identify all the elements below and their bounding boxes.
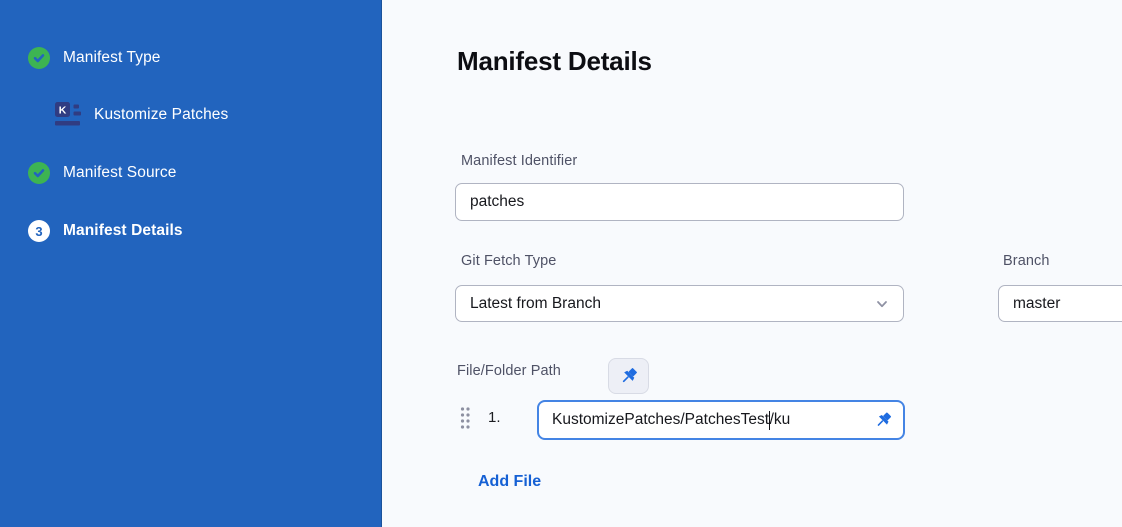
runtime-input-pin-button-inline[interactable] xyxy=(874,411,893,430)
step-label: Manifest Source xyxy=(63,164,177,182)
file-path-input[interactable]: KustomizePatches/PatchesTest/ku xyxy=(537,400,905,440)
file-path-value-after-caret: /ku xyxy=(770,411,791,429)
branch-label: Branch xyxy=(1003,253,1050,269)
git-fetch-type-value: Latest from Branch xyxy=(470,295,601,313)
chevron-down-icon xyxy=(875,297,889,311)
step-manifest-details[interactable]: 3 Manifest Details xyxy=(28,220,183,242)
step-label: Kustomize Patches xyxy=(94,106,228,124)
pin-icon xyxy=(619,366,639,386)
svg-text:K: K xyxy=(59,105,67,117)
step-label: Manifest Type xyxy=(63,49,161,67)
manifest-identifier-value: patches xyxy=(470,193,524,211)
manifest-identifier-label: Manifest Identifier xyxy=(461,153,577,169)
step-sub-kustomize-patches[interactable]: K Kustomize Patches xyxy=(55,102,228,127)
step-manifest-type[interactable]: Manifest Type xyxy=(28,47,161,69)
file-path-value-before-caret: KustomizePatches/PatchesTest xyxy=(552,411,769,429)
step-number-badge: 3 xyxy=(28,220,50,242)
path-row-index: 1. xyxy=(488,409,501,426)
check-icon xyxy=(32,51,46,65)
page-title: Manifest Details xyxy=(457,46,652,77)
file-folder-path-label: File/Folder Path xyxy=(457,363,561,379)
runtime-input-pin-button[interactable] xyxy=(608,358,649,394)
pin-icon xyxy=(874,411,893,430)
add-file-button[interactable]: Add File xyxy=(478,473,541,491)
manifest-wizard-screen: Manifest Type K Kustomize Patches Manife… xyxy=(0,0,1122,527)
check-icon xyxy=(32,166,46,180)
git-fetch-type-label: Git Fetch Type xyxy=(461,253,556,269)
git-fetch-type-select[interactable]: Latest from Branch xyxy=(455,285,904,322)
step-complete-badge xyxy=(28,47,50,69)
step-label: Manifest Details xyxy=(63,222,183,240)
step-manifest-source[interactable]: Manifest Source xyxy=(28,162,177,184)
step-complete-badge xyxy=(28,162,50,184)
branch-value: master xyxy=(1013,295,1060,313)
kustomize-icon: K xyxy=(55,102,81,127)
wizard-steps-sidebar: Manifest Type K Kustomize Patches Manife… xyxy=(0,0,382,527)
manifest-identifier-input[interactable]: patches xyxy=(455,183,904,221)
drag-handle-icon[interactable] xyxy=(460,406,472,430)
branch-input[interactable]: master xyxy=(998,285,1122,322)
